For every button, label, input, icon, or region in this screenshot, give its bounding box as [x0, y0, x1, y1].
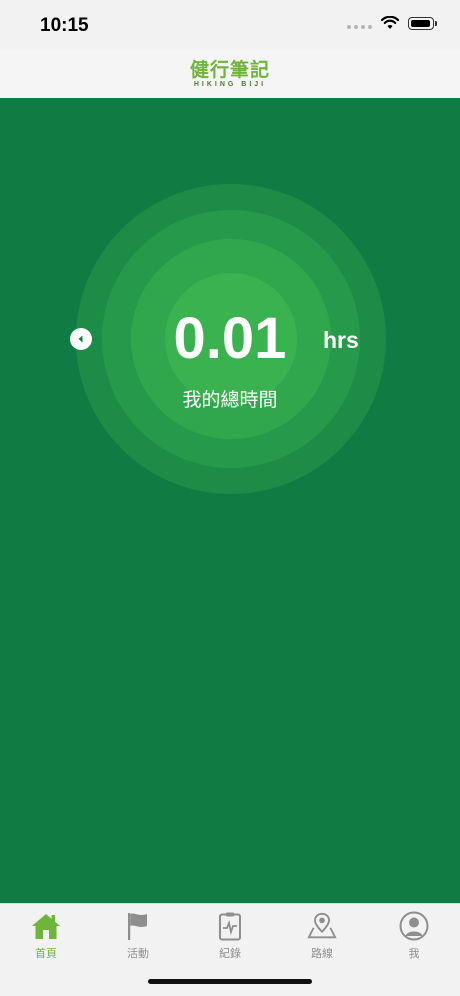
tab-routes[interactable]: 路線 [276, 910, 368, 970]
profile-icon [399, 910, 429, 942]
home-icon [31, 910, 61, 942]
total-time-label: 我的總時間 [182, 389, 278, 411]
wifi-icon [381, 16, 399, 29]
tab-label: 首頁 [35, 947, 57, 960]
total-time-value: 0.01 [173, 306, 287, 371]
flag-icon [123, 910, 153, 942]
tab-label: 路線 [311, 947, 333, 960]
tab-activities[interactable]: 活動 [92, 910, 184, 970]
caret-left-icon [78, 335, 83, 343]
map-pin-icon [307, 910, 337, 942]
tab-label: 活動 [127, 947, 149, 960]
status-bar: 10:15 [0, 0, 460, 50]
logo-subtitle: HIKING BIJI [193, 80, 267, 88]
summary-panel: 0.01 hrs 我的總時間 [0, 98, 460, 903]
tab-label: 紀錄 [219, 947, 241, 960]
status-icons [347, 16, 437, 30]
home-indicator [148, 979, 312, 984]
tab-label: 我 [408, 947, 420, 960]
logo-title: 健行筆記 [189, 58, 270, 81]
previous-stat-button[interactable] [70, 328, 92, 350]
tab-records[interactable]: 紀錄 [184, 910, 276, 970]
total-time-unit: hrs [323, 327, 359, 353]
battery-icon [408, 16, 437, 30]
tab-home[interactable]: 首頁 [0, 910, 92, 970]
status-time: 10:15 [40, 15, 89, 36]
app-header: 健行筆記 HIKING BIJI [0, 50, 460, 98]
cellular-signal-icon [347, 17, 372, 29]
tab-me[interactable]: 我 [368, 910, 460, 970]
clipboard-icon [215, 910, 245, 942]
